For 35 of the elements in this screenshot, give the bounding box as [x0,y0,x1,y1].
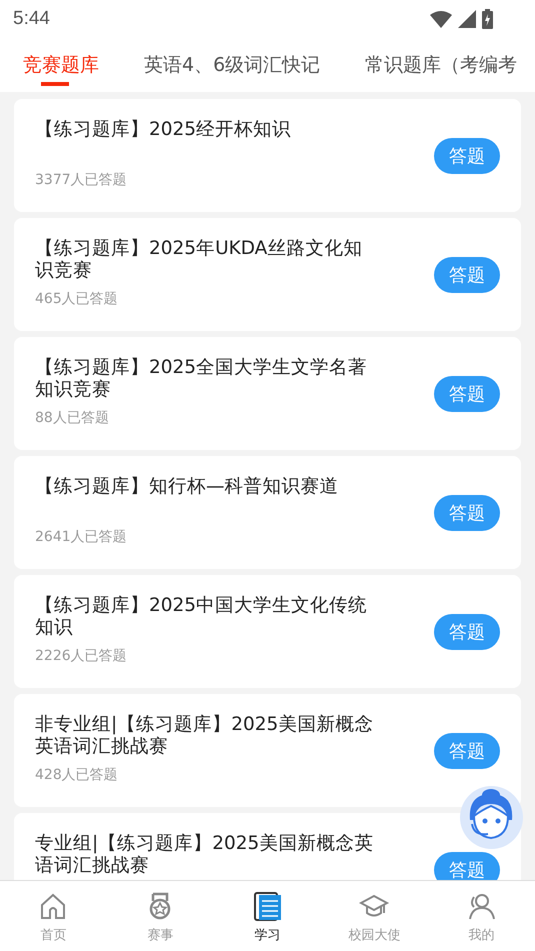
tab[interactable]: 英语4、6级词汇快记 [121,38,330,92]
book-icon [252,891,284,923]
tab[interactable]: 常识题库（考编考 [342,38,528,92]
tab-indicator [40,82,68,86]
answer-button[interactable]: 答题 [434,494,500,530]
nav-item[interactable]: 我的 [428,881,535,951]
answer-count: 2226人已答题 [35,647,128,666]
nav-item[interactable]: 首页 [0,881,107,951]
quiz-title: 【练习题库】2025经开杯知识 [35,119,292,141]
quiz-title: 【练习题库】知行杯—科普知识赛道 [35,476,340,498]
answer-button[interactable]: 答题 [434,256,500,292]
answer-count: 465人已答题 [35,290,119,309]
quiz-title: 非专业组|【练习题库】2025美国新概念英语词汇挑战赛 [35,714,374,758]
answer-button[interactable]: 答题 [434,614,500,650]
battery-icon [482,9,493,29]
tab[interactable]: 竞赛题库 [0,38,109,92]
support-avatar-icon[interactable] [460,786,523,849]
answer-count: 2641人已答题 [35,528,128,547]
signal-icon [458,10,476,28]
status-time: 5:44 [13,8,50,30]
answer-count: 88人已答题 [35,409,110,428]
answer-button[interactable]: 答题 [434,852,500,880]
answer-count: 428人已答题 [35,766,119,785]
quiz-title: 专业组|【练习题库】2025美国新概念英语词汇挑战赛 [35,833,374,877]
answer-count: 3377人已答题 [35,171,128,190]
quiz-title: 【练习题库】2025年UKDA丝路文化知识竞赛 [35,238,364,282]
nav-item[interactable]: 赛事 [107,881,214,951]
answer-button[interactable]: 答题 [434,732,500,768]
quiz-title: 【练习题库】2025全国大学生文学名著知识竞赛 [35,357,368,401]
nav-item[interactable]: 学习 [214,881,321,951]
answer-button[interactable]: 答题 [434,376,500,412]
wifi-icon [430,10,452,28]
answer-button[interactable]: 答题 [434,138,500,174]
quiz-title: 【练习题库】2025中国大学生文化传统知识 [35,595,368,639]
nav-item[interactable]: 校园大使 [321,881,428,951]
